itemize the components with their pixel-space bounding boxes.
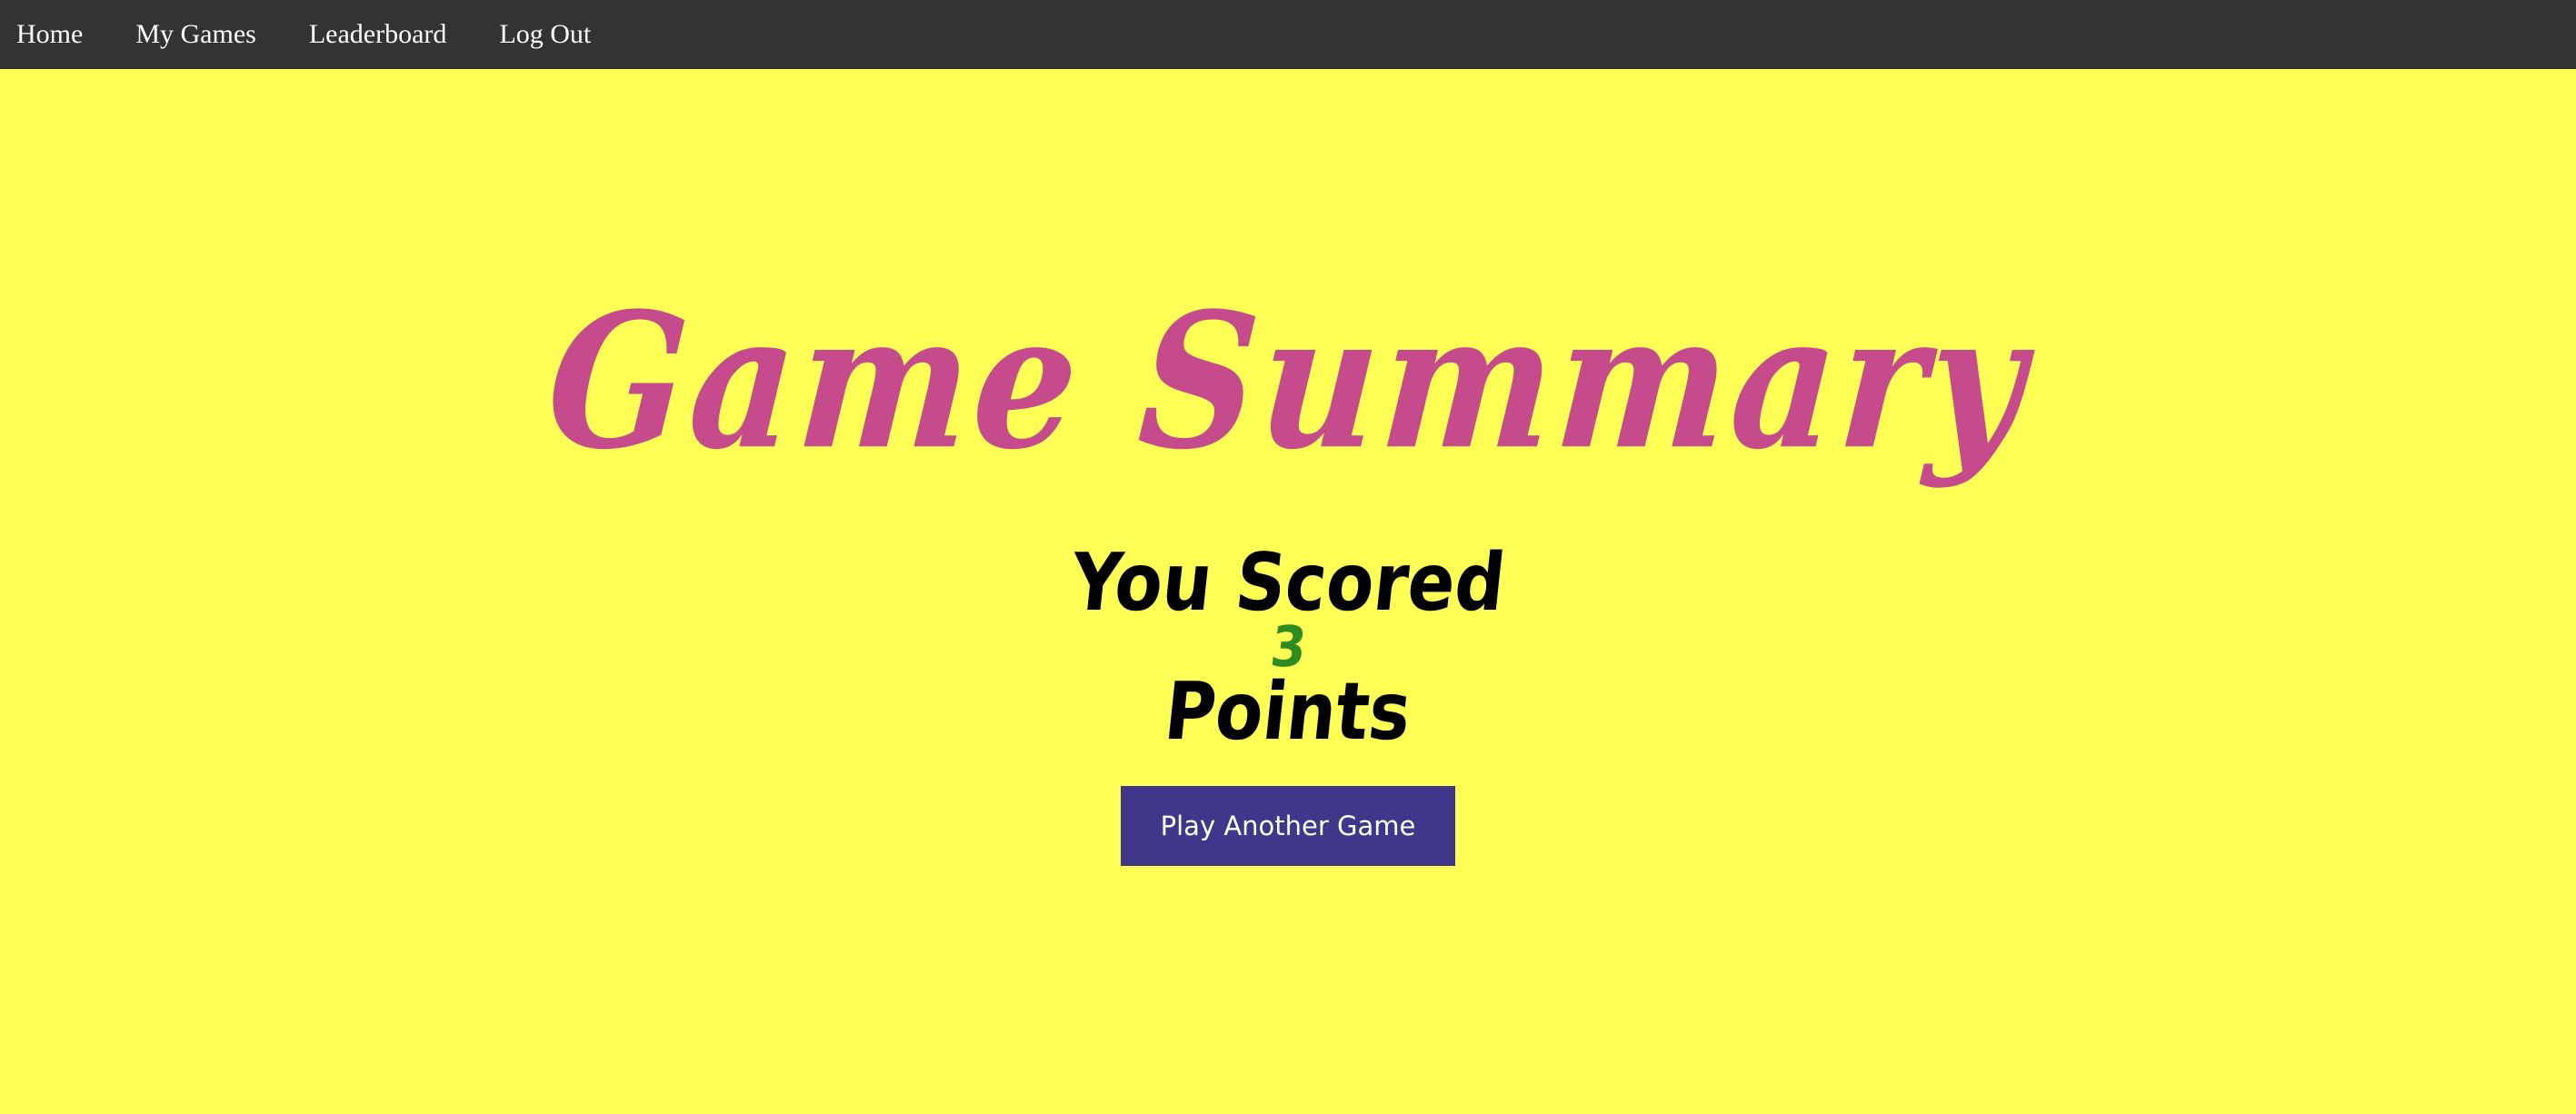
nav-leaderboard-link[interactable]: Leaderboard [291,0,473,69]
page-title: Game Summary [541,272,2035,491]
score-prefix-text: You Scored [1066,535,1510,629]
nav-home-link[interactable]: Home [0,0,108,69]
game-summary-content: Game Summary You Scored 3 Points Play An… [0,69,2576,1114]
score-suffix-text: Points [1160,664,1416,758]
nav-my-games-link[interactable]: My Games [117,0,281,69]
top-navbar: Home My Games Leaderboard Log Out [0,0,2576,69]
play-another-game-button[interactable]: Play Another Game [1121,786,1455,866]
nav-log-out-link[interactable]: Log Out [481,0,616,69]
score-summary: You Scored 3 Points [1067,535,1510,757]
